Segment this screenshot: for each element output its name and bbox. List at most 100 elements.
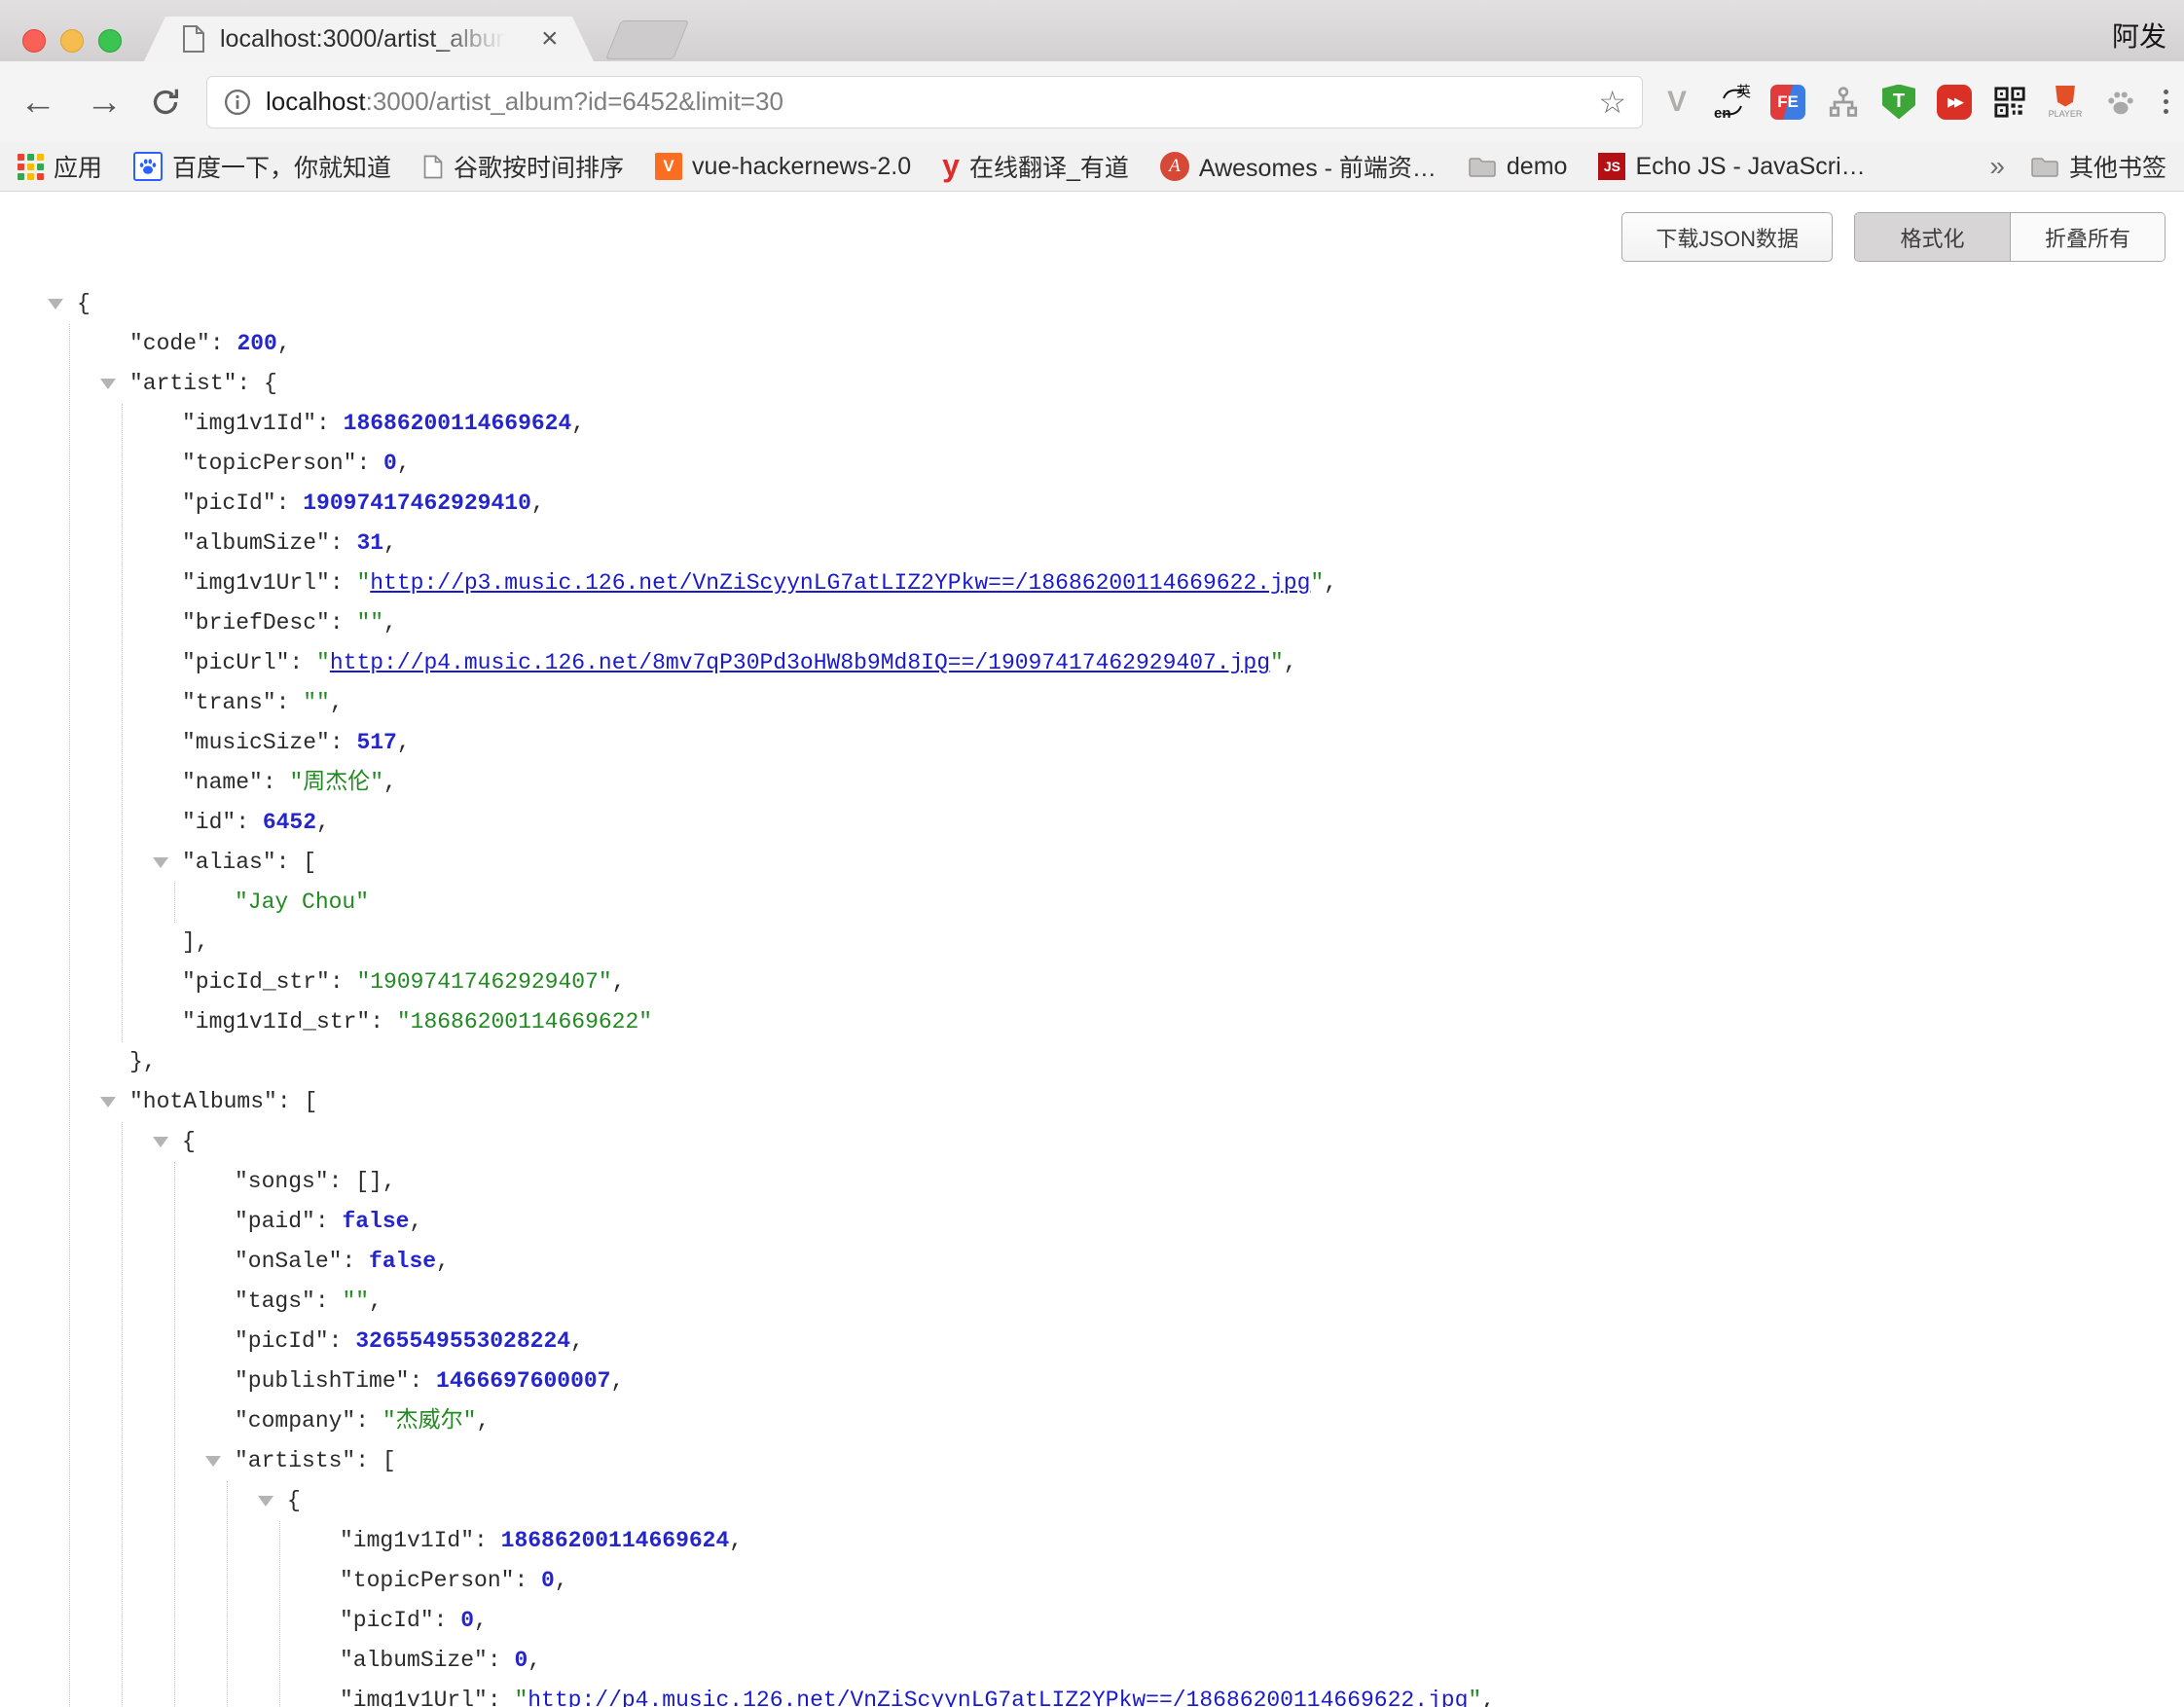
tab-close-icon[interactable]: × [541, 24, 559, 54]
json-children: {"img1v1Id": 18686200114669624,"topicPer… [227, 1481, 2184, 1707]
browser-menu-icon[interactable] [2164, 90, 2168, 114]
bookmark-echojs[interactable]: JS Echo JS - JavaScri… [1598, 153, 1865, 181]
json-node: "artist": {"img1v1Id": 18686200114669624… [129, 364, 2184, 1082]
qrcode-extension-icon[interactable] [1991, 81, 2028, 124]
json-number: 18686200114669624 [344, 411, 572, 436]
json-punctuation: : [330, 730, 357, 755]
fullscreen-window-button[interactable] [98, 29, 122, 53]
json-line: "topicPerson": 0, [340, 1561, 2184, 1601]
new-tab-button[interactable] [605, 20, 689, 59]
json-key: "img1v1Id_str" [182, 1009, 370, 1035]
collapse-all-button[interactable]: 折叠所有 [2010, 213, 2165, 261]
json-node: "tags": "", [235, 1282, 2184, 1322]
json-comma: , [397, 451, 411, 476]
json-key: "code" [129, 331, 210, 356]
json-key: "briefDesc" [182, 610, 330, 636]
document-icon [422, 154, 444, 180]
json-punctuation: : [263, 770, 290, 795]
json-line: "Jay Chou" [235, 883, 2184, 923]
json-line: "artists": [ [235, 1441, 2184, 1481]
close-window-button[interactable] [22, 29, 46, 53]
json-children: "Jay Chou" [174, 883, 2184, 923]
json-url-link[interactable]: http://p4.music.126.net/VnZiScyynLG7atLI… [528, 1688, 1468, 1707]
json-node: {"code": 200,"artist": {"img1v1Id": 1868… [77, 284, 2184, 1707]
youdao-icon: y [942, 154, 960, 179]
json-comma: , [330, 690, 344, 715]
json-number: 31 [356, 530, 383, 556]
json-line: "picId": 19097417462929410, [182, 484, 2184, 524]
json-comma: , [474, 1608, 488, 1633]
back-button[interactable]: ← [19, 84, 56, 121]
json-boolean: false [369, 1249, 436, 1274]
bookmark-star-icon[interactable]: ☆ [1598, 84, 1626, 121]
vue-devtools-icon[interactable]: V [1658, 81, 1695, 124]
json-bracket: { [264, 371, 277, 396]
collapse-triangle-icon[interactable] [153, 1137, 168, 1147]
collapse-triangle-icon[interactable] [205, 1456, 221, 1467]
json-string: "18686200114669622" [397, 1009, 652, 1035]
json-key: "picId" [235, 1328, 329, 1354]
json-node: "picId_str": "19097417462929407", [182, 962, 2184, 1002]
json-punctuation: : [355, 1448, 382, 1473]
fastforward-extension-icon[interactable]: ▶▶ [1936, 81, 1973, 124]
other-bookmarks[interactable]: 其他书签 [2030, 149, 2166, 184]
bookmark-youdao-translate[interactable]: y 在线翻译_有道 [942, 149, 1129, 184]
json-url-link[interactable]: http://p3.music.126.net/VnZiScyynLG7atLI… [370, 570, 1310, 596]
site-info-icon[interactable] [223, 88, 252, 117]
collapse-triangle-icon[interactable] [258, 1496, 273, 1507]
json-punctuation: : [316, 411, 344, 436]
json-key: "alias" [182, 850, 276, 875]
json-key: "picId" [340, 1608, 434, 1633]
json-node: "code": 200, [129, 324, 2184, 364]
json-children: "code": 200,"artist": {"img1v1Id": 18686… [69, 324, 2184, 1707]
json-bracket: { [77, 291, 91, 316]
json-boolean: false [342, 1209, 409, 1234]
paw-extension-icon[interactable] [2102, 81, 2139, 124]
collapse-triangle-icon[interactable] [100, 379, 116, 389]
tampermonkey-icon[interactable]: T [1880, 81, 1917, 124]
json-node: "id": 6452, [182, 803, 2184, 843]
bookmark-baidu[interactable]: 百度一下，你就知道 [133, 149, 391, 184]
json-comma: , [382, 1169, 396, 1194]
json-line: "picId_str": "19097417462929407", [182, 962, 2184, 1002]
json-number: 19097417462929410 [303, 490, 531, 516]
json-comma: , [436, 1249, 450, 1274]
json-key: "songs" [235, 1169, 329, 1194]
collapse-triangle-icon[interactable] [100, 1097, 116, 1108]
json-comma: , [1324, 570, 1337, 596]
json-url-link[interactable]: http://p4.music.126.net/8mv7qP30Pd3oHW8b… [330, 650, 1270, 675]
json-bracket: [ [382, 1448, 396, 1473]
browser-profile-name[interactable]: 阿发 [2112, 16, 2166, 54]
bookmark-google-sort[interactable]: 谷歌按时间排序 [422, 149, 624, 184]
json-line: "company": "杰威尔", [235, 1401, 2184, 1441]
translate-extension-icon[interactable]: 英 en [1714, 81, 1751, 124]
reload-button[interactable] [148, 85, 183, 120]
address-bar[interactable]: localhost :3000/artist_album?id=6452&lim… [206, 76, 1643, 128]
json-bracket: }, [129, 1049, 157, 1074]
bookmark-apps[interactable]: 应用 [18, 149, 102, 184]
json-line: ], [182, 923, 2184, 962]
json-node: "briefDesc": "", [182, 603, 2184, 643]
bookmark-awesomes[interactable]: A Awesomes - 前端资… [1160, 149, 1437, 184]
forward-button[interactable]: → [86, 84, 123, 121]
json-number: 0 [383, 451, 397, 476]
json-punctuation: : [356, 451, 383, 476]
page-content: 下载JSON数据 格式化 折叠所有 {"code": 200,"artist":… [0, 192, 2184, 1706]
fe-extension-icon[interactable]: FE [1769, 81, 1806, 124]
json-comma: , [1481, 1688, 1495, 1707]
bookmarks-overflow-icon[interactable]: » [1989, 151, 2005, 182]
json-line: "trans": "", [182, 683, 2184, 723]
bookmark-demo-folder[interactable]: demo [1468, 153, 1568, 181]
html5-player-icon[interactable]: PLAYER [2047, 81, 2084, 124]
format-button[interactable]: 格式化 [1855, 213, 2010, 261]
json-punctuation: : [315, 1209, 343, 1234]
bookmark-vue-hackernews[interactable]: V vue-hackernews-2.0 [655, 153, 911, 181]
collapse-triangle-icon[interactable] [153, 857, 168, 868]
minimize-window-button[interactable] [60, 29, 84, 53]
browser-tab[interactable]: localhost:3000/artist_album?id × [144, 17, 594, 61]
download-json-button[interactable]: 下载JSON数据 [1621, 212, 1833, 262]
sitemap-extension-icon[interactable] [1825, 81, 1862, 124]
json-number: 200 [237, 331, 276, 356]
extension-icons: V 英 en FE [1658, 81, 2182, 124]
collapse-triangle-icon[interactable] [48, 299, 63, 309]
